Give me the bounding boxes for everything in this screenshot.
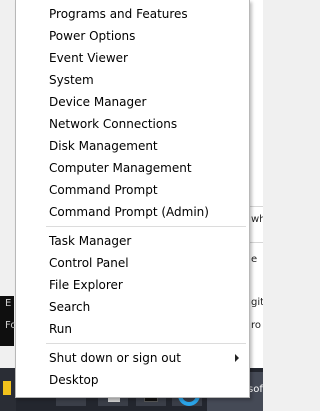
menu-item-search[interactable]: Search xyxy=(17,296,250,318)
menu-item-label: Network Connections xyxy=(49,117,178,131)
menu-item-network-connections[interactable]: Network Connections xyxy=(17,113,250,135)
menu-item-system[interactable]: System xyxy=(17,69,250,91)
menu-item-label: Task Manager xyxy=(49,234,132,248)
menu-item-event-viewer[interactable]: Event Viewer xyxy=(17,47,250,69)
menu-item-label: Desktop xyxy=(49,373,99,387)
menu-item-label: Search xyxy=(49,300,91,314)
menu-item-label: Disk Management xyxy=(49,139,158,153)
background-divider xyxy=(250,242,263,243)
windows-start-icon xyxy=(3,381,11,395)
menu-item-desktop[interactable]: Desktop xyxy=(17,369,250,391)
menu-item-label: Programs and Features xyxy=(49,7,188,21)
menu-item-command-prompt[interactable]: Command Prompt xyxy=(17,179,250,201)
menu-item-disk-management[interactable]: Disk Management xyxy=(17,135,250,157)
menu-item-programs-and-features[interactable]: Programs and Features xyxy=(17,3,250,25)
quick-link-menu: Programs and Features Power Options Even… xyxy=(15,0,250,398)
menu-item-label: Shut down or sign out xyxy=(49,351,181,365)
menu-item-label: File Explorer xyxy=(49,278,123,292)
background-text: e xyxy=(251,254,258,265)
menu-item-shut-down-or-sign-out[interactable]: Shut down or sign out xyxy=(17,347,250,369)
menu-item-run[interactable]: Run xyxy=(17,318,250,340)
submenu-arrow-icon xyxy=(235,354,239,362)
menu-item-label: Computer Management xyxy=(49,161,192,175)
menu-item-computer-management[interactable]: Computer Management xyxy=(17,157,250,179)
menu-item-label: Command Prompt (Admin) xyxy=(49,205,209,219)
menu-item-control-panel[interactable]: Control Panel xyxy=(17,252,250,274)
background-text: wh xyxy=(251,214,263,225)
background-divider xyxy=(250,206,263,207)
background-text: E xyxy=(5,298,12,309)
menu-item-device-manager[interactable]: Device Manager xyxy=(17,91,250,113)
menu-item-task-manager[interactable]: Task Manager xyxy=(17,230,250,252)
menu-item-label: Device Manager xyxy=(49,95,147,109)
background-text: gita xyxy=(251,297,263,308)
menu-item-label: Control Panel xyxy=(49,256,129,270)
menu-item-label: System xyxy=(49,73,94,87)
menu-item-label: Event Viewer xyxy=(49,51,128,65)
menu-item-label: Power Options xyxy=(49,29,136,43)
background-text: ro xyxy=(251,320,262,331)
menu-separator xyxy=(46,343,246,344)
menu-item-command-prompt-admin[interactable]: Command Prompt (Admin) xyxy=(17,201,250,223)
menu-item-file-explorer[interactable]: File Explorer xyxy=(17,274,250,296)
menu-item-label: Command Prompt xyxy=(49,183,158,197)
menu-item-label: Run xyxy=(49,322,73,336)
background-text: Fo xyxy=(5,320,15,331)
menu-item-power-options[interactable]: Power Options xyxy=(17,25,250,47)
menu-separator xyxy=(46,226,246,227)
